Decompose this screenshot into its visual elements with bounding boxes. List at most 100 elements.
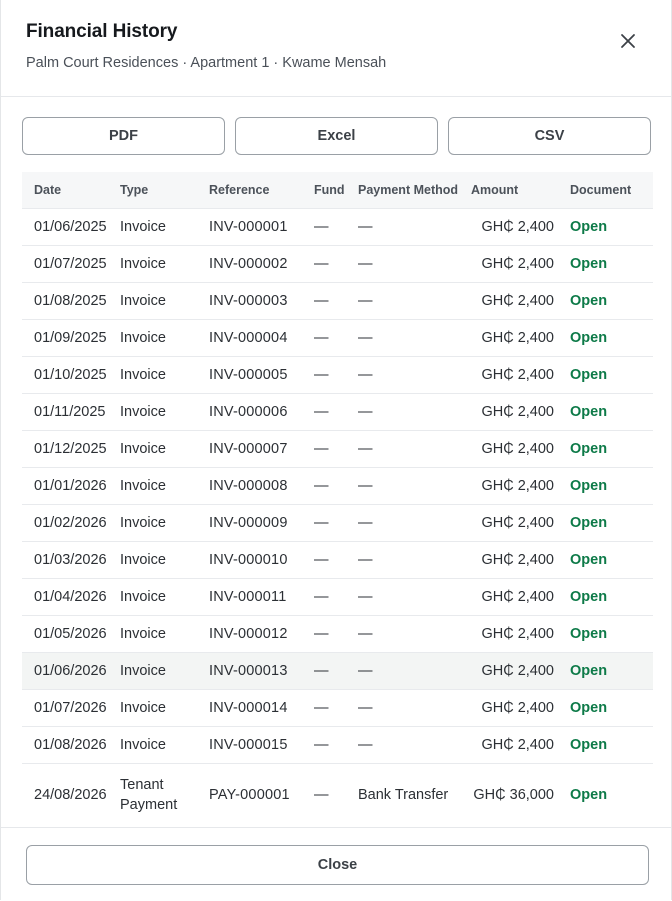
export-excel-button[interactable]: Excel — [235, 117, 438, 155]
cell-fund: — — [314, 429, 358, 467]
export-pdf-button[interactable]: PDF — [22, 117, 225, 155]
open-document-link[interactable]: Open — [570, 478, 607, 494]
table-row[interactable]: 01/05/2026 Invoice INV-000012— — GH₵ 2,400 Op… — [22, 614, 653, 652]
open-document-link[interactable]: Open — [570, 515, 607, 531]
cell-date: 01/05/2026 — [22, 614, 120, 652]
cell-payment-method: — — [358, 725, 461, 763]
cell-amount: GH₵ 2,400 — [461, 207, 570, 245]
table-row[interactable]: 01/06/2026 Invoice INV-000013— — GH₵ 2,400 Op… — [22, 651, 653, 689]
cell-date: 01/06/2025 — [22, 207, 120, 245]
table-row[interactable]: 01/12/2025 Invoice INV-000007— — GH₵ 2,400 Op… — [22, 429, 653, 467]
open-document-link[interactable]: Open — [570, 787, 607, 803]
column-header-fund[interactable]: Fund — [314, 172, 358, 208]
column-header-amount[interactable]: Amount — [461, 172, 570, 208]
cell-date: 01/01/2026 — [22, 466, 120, 504]
document-cell: Open — [570, 355, 653, 393]
cell-reference: INV-000005 — [209, 355, 314, 393]
cell-fund: — — [314, 651, 358, 689]
cell-payment-method: — — [358, 244, 461, 282]
dialog-footer: Close — [1, 827, 671, 901]
column-header-type[interactable]: Type — [120, 172, 209, 208]
cell-reference: INV-000004 — [209, 318, 314, 356]
cell-reference: PAY-000001 — [209, 762, 314, 827]
cell-type: Invoice — [120, 281, 209, 319]
column-header-reference[interactable]: Reference — [209, 172, 314, 208]
cell-date: 01/08/2025 — [22, 281, 120, 319]
cell-payment-method: — — [358, 318, 461, 356]
table-row[interactable]: 01/01/2026 Invoice INV-000008— — GH₵ 2,400 Op… — [22, 466, 653, 504]
cell-fund: — — [314, 762, 358, 827]
document-cell: Open — [570, 614, 653, 652]
cell-payment-method: — — [358, 540, 461, 578]
cell-type: Invoice — [120, 207, 209, 245]
table-row[interactable]: 24/08/2026 Tenant Payment PAY-000001— Bank … — [22, 762, 653, 827]
cell-type: Invoice — [120, 244, 209, 282]
cell-payment-method: — — [358, 355, 461, 393]
open-document-link[interactable]: Open — [570, 552, 607, 568]
table-row[interactable]: 01/08/2025 Invoice INV-000003— — GH₵ 2,400 Op… — [22, 281, 653, 319]
table-body: 01/06/2025 Invoice INV-000001— — GH₵ 2,400 Op… — [22, 207, 653, 827]
cell-payment-method: Bank Transfer — [358, 762, 461, 827]
cell-reference: INV-000008 — [209, 466, 314, 504]
cell-date: 01/09/2025 — [22, 318, 120, 356]
export-csv-button[interactable]: CSV — [448, 117, 651, 155]
cell-amount: GH₵ 2,400 — [461, 244, 570, 282]
table-row[interactable]: 01/10/2025 Invoice INV-000005— — GH₵ 2,400 Op… — [22, 355, 653, 393]
document-cell: Open — [570, 688, 653, 726]
cell-payment-method: — — [358, 207, 461, 245]
cell-amount: GH₵ 2,400 — [461, 429, 570, 467]
open-document-link[interactable]: Open — [570, 330, 607, 346]
open-document-link[interactable]: Open — [570, 626, 607, 642]
table-row[interactable]: 01/09/2025 Invoice INV-000004— — GH₵ 2,400 Op… — [22, 318, 653, 356]
cell-fund: — — [314, 725, 358, 763]
open-document-link[interactable]: Open — [570, 256, 607, 272]
dialog-subtitle: Palm Court Residences · Apartment 1 · Kw… — [26, 55, 387, 71]
table-header-row: Date Type Reference Fund Payment Method … — [22, 172, 653, 208]
history-table: Date Type Reference Fund Payment Method … — [22, 172, 653, 827]
open-document-link[interactable]: Open — [570, 663, 607, 679]
cell-date: 01/11/2025 — [22, 392, 120, 430]
table-row[interactable]: 01/08/2026 Invoice INV-000015— — GH₵ 2,400 Op… — [22, 725, 653, 763]
table-row[interactable]: 01/11/2025 Invoice INV-000006— — GH₵ 2,400 Op… — [22, 392, 653, 430]
cell-date: 01/02/2026 — [22, 503, 120, 541]
open-document-link[interactable]: Open — [570, 293, 607, 309]
cell-type: Invoice — [120, 318, 209, 356]
cell-date: 01/07/2026 — [22, 688, 120, 726]
table-row[interactable]: 01/03/2026 Invoice INV-000010— — GH₵ 2,400 Op… — [22, 540, 653, 578]
open-document-link[interactable]: Open — [570, 404, 607, 420]
table-row[interactable]: 01/07/2025 Invoice INV-000002— — GH₵ 2,400 Op… — [22, 244, 653, 282]
cell-payment-method: — — [358, 392, 461, 430]
cell-reference: INV-000007 — [209, 429, 314, 467]
cell-amount: GH₵ 2,400 — [461, 540, 570, 578]
open-document-link[interactable]: Open — [570, 219, 607, 235]
document-cell: Open — [570, 281, 653, 319]
cell-date: 01/04/2026 — [22, 577, 120, 615]
table-row[interactable]: 01/07/2026 Invoice INV-000014— — GH₵ 2,400 Op… — [22, 688, 653, 726]
document-cell: Open — [570, 318, 653, 356]
close-button[interactable]: Close — [26, 845, 649, 885]
table-row[interactable]: 01/06/2025 Invoice INV-000001— — GH₵ 2,400 Op… — [22, 207, 653, 245]
cell-reference: INV-000006 — [209, 392, 314, 430]
table-row[interactable]: 01/04/2026 Invoice INV-000011— — GH₵ 2,400 Op… — [22, 577, 653, 615]
cell-type: Invoice — [120, 688, 209, 726]
open-document-link[interactable]: Open — [570, 441, 607, 457]
cell-amount: GH₵ 2,400 — [461, 392, 570, 430]
open-document-link[interactable]: Open — [570, 367, 607, 383]
cell-amount: GH₵ 2,400 — [461, 503, 570, 541]
open-document-link[interactable]: Open — [570, 589, 607, 605]
cell-type: Tenant Payment — [120, 762, 209, 827]
table-row[interactable]: 01/02/2026 Invoice INV-000009— — GH₵ 2,400 Op… — [22, 503, 653, 541]
cell-date: 01/03/2026 — [22, 540, 120, 578]
cell-fund: — — [314, 281, 358, 319]
open-document-link[interactable]: Open — [570, 700, 607, 716]
close-icon[interactable] — [615, 28, 641, 54]
cell-amount: GH₵ 2,400 — [461, 614, 570, 652]
cell-date: 01/07/2025 — [22, 244, 120, 282]
history-table-container: Date Type Reference Fund Payment Method … — [22, 172, 653, 827]
column-header-payment-method[interactable]: Payment Method — [358, 172, 461, 208]
open-document-link[interactable]: Open — [570, 737, 607, 753]
column-header-document[interactable]: Document — [570, 172, 653, 208]
column-header-date[interactable]: Date — [22, 172, 120, 208]
cell-fund: — — [314, 355, 358, 393]
cell-type: Invoice — [120, 614, 209, 652]
